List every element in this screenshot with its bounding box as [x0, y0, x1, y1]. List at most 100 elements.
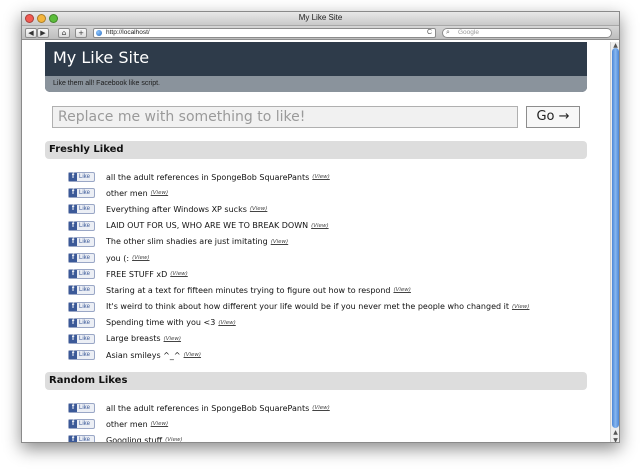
- like-button[interactable]: f Like: [68, 188, 95, 199]
- view-link[interactable]: (View): [312, 174, 329, 180]
- view-link[interactable]: (View): [512, 304, 529, 310]
- view-link[interactable]: (View): [164, 336, 181, 342]
- list-item: f Like It's weird to think about how diffe…: [68, 299, 529, 315]
- search-bar[interactable]: ⌕ Google: [442, 28, 612, 38]
- like-button-label: Like: [79, 206, 91, 213]
- random-likes-list: f Like all the adult references in SpongeB…: [68, 400, 330, 443]
- go-button[interactable]: Go →: [526, 106, 580, 128]
- facebook-icon: f: [69, 436, 77, 442]
- view-link[interactable]: (View): [250, 206, 267, 212]
- like-button[interactable]: f Like: [68, 419, 95, 430]
- site-title: My Like Site: [53, 48, 150, 67]
- like-button-label: Like: [79, 405, 91, 412]
- list-item: f Like other men (View): [68, 416, 330, 432]
- like-button-label: Like: [79, 437, 91, 443]
- scrollbar-thumb[interactable]: [612, 48, 619, 428]
- freshly-liked-list: f Like all the adult references in SpongeB…: [68, 169, 529, 363]
- list-item: f Like other men (View): [68, 185, 529, 201]
- facebook-icon: f: [69, 302, 77, 311]
- liked-item-text: all the adult references in SpongeBob Sq…: [106, 172, 310, 182]
- like-button[interactable]: f Like: [68, 220, 95, 231]
- scroll-up-arrow-icon[interactable]: ▲: [611, 429, 619, 436]
- view-link[interactable]: (View): [271, 239, 288, 245]
- window-title: My Like Site: [298, 13, 343, 22]
- home-button[interactable]: ⌂: [58, 28, 70, 38]
- like-button-label: Like: [79, 190, 91, 197]
- like-button[interactable]: f Like: [68, 172, 95, 183]
- liked-item-text: other men: [106, 188, 148, 198]
- like-button[interactable]: f Like: [68, 403, 95, 414]
- like-button-label: Like: [79, 271, 91, 278]
- like-input[interactable]: Replace me with something to like!: [52, 106, 518, 128]
- liked-item-text: Spending time with you <3: [106, 318, 216, 328]
- list-item: f Like all the adult references in SpongeB…: [68, 169, 529, 185]
- liked-item-text: all the adult references in SpongeBob Sq…: [106, 403, 310, 413]
- like-button[interactable]: f Like: [68, 269, 95, 280]
- facebook-icon: f: [69, 221, 77, 230]
- like-button-label: Like: [79, 222, 91, 229]
- view-link[interactable]: (View): [151, 421, 168, 427]
- list-item: f Like Staring at a text for fifteen minut…: [68, 282, 529, 298]
- vertical-scrollbar[interactable]: ▲ ▲ ▼: [610, 42, 619, 442]
- facebook-icon: f: [69, 420, 77, 429]
- view-link[interactable]: (View): [165, 437, 182, 442]
- liked-item-text: FREE STUFF xD: [106, 269, 168, 279]
- view-link[interactable]: (View): [393, 287, 410, 293]
- facebook-icon: f: [69, 318, 77, 327]
- browser-toolbar: ◀ ▶ ⌂ + http://localhost/ C ⌕ Google: [22, 26, 619, 40]
- like-button-label: Like: [79, 335, 91, 342]
- facebook-icon: f: [69, 205, 77, 214]
- facebook-icon: f: [69, 173, 77, 182]
- like-button-label: Like: [79, 303, 91, 310]
- reload-button[interactable]: C: [427, 29, 432, 37]
- facebook-icon: f: [69, 270, 77, 279]
- like-button[interactable]: f Like: [68, 301, 95, 312]
- like-button[interactable]: f Like: [68, 285, 95, 296]
- view-link[interactable]: (View): [311, 223, 328, 229]
- list-item: f Like you (: (View): [68, 250, 529, 266]
- like-button-label: Like: [79, 319, 91, 326]
- site-tagline: Like them all! Facebook like script.: [45, 76, 587, 92]
- like-button-label: Like: [79, 174, 91, 181]
- list-item: f Like Everything after Windows XP sucks (V…: [68, 201, 529, 217]
- liked-item-text: Asian smileys ^_^: [106, 350, 181, 360]
- liked-item-text: Staring at a text for fifteen minutes tr…: [106, 285, 391, 295]
- back-button[interactable]: ◀: [25, 28, 37, 38]
- view-link[interactable]: (View): [170, 271, 187, 277]
- freshly-liked-heading: Freshly Liked: [45, 141, 587, 159]
- like-button[interactable]: f Like: [68, 350, 95, 361]
- facebook-icon: f: [69, 404, 77, 413]
- like-button[interactable]: f Like: [68, 333, 95, 344]
- liked-item-text: It's weird to think about how different …: [106, 302, 509, 312]
- random-likes-heading: Random Likes: [45, 372, 587, 390]
- address-bar[interactable]: http://localhost/ C: [93, 28, 436, 38]
- list-item: f Like LAID OUT FOR US, WHO ARE WE TO BREA…: [68, 218, 529, 234]
- like-button-label: Like: [79, 352, 91, 359]
- view-link[interactable]: (View): [132, 255, 149, 261]
- view-link[interactable]: (View): [218, 320, 235, 326]
- liked-item-text: you (:: [106, 253, 130, 263]
- liked-item-text: Everything after Windows XP sucks: [106, 204, 247, 214]
- like-button[interactable]: f Like: [68, 435, 95, 443]
- like-button-label: Like: [79, 421, 91, 428]
- forward-button[interactable]: ▶: [37, 28, 49, 38]
- like-button[interactable]: f Like: [68, 317, 95, 328]
- like-button-label: Like: [79, 287, 91, 294]
- like-button[interactable]: f Like: [68, 204, 95, 215]
- list-item: f Like Spending time with you <3 (View): [68, 315, 529, 331]
- list-item: f Like The other slim shadies are just imi…: [68, 234, 529, 250]
- add-bookmark-button[interactable]: +: [75, 28, 87, 38]
- title-bar: My Like Site: [22, 12, 619, 26]
- list-item: f Like FREE STUFF xD (View): [68, 266, 529, 282]
- search-placeholder: Google: [458, 29, 479, 36]
- view-link[interactable]: (View): [151, 190, 168, 196]
- list-item: f Like Googling stuff (View): [68, 432, 330, 443]
- view-link[interactable]: (View): [312, 405, 329, 411]
- like-button[interactable]: f Like: [68, 236, 95, 247]
- scroll-down-arrow-icon[interactable]: ▼: [611, 437, 619, 442]
- list-item: f Like Asian smileys ^_^ (View): [68, 347, 529, 363]
- like-button[interactable]: f Like: [68, 253, 95, 264]
- view-link[interactable]: (View): [184, 352, 201, 358]
- like-button-label: Like: [79, 255, 91, 262]
- liked-item-text: The other slim shadies are just imitatin…: [106, 237, 268, 247]
